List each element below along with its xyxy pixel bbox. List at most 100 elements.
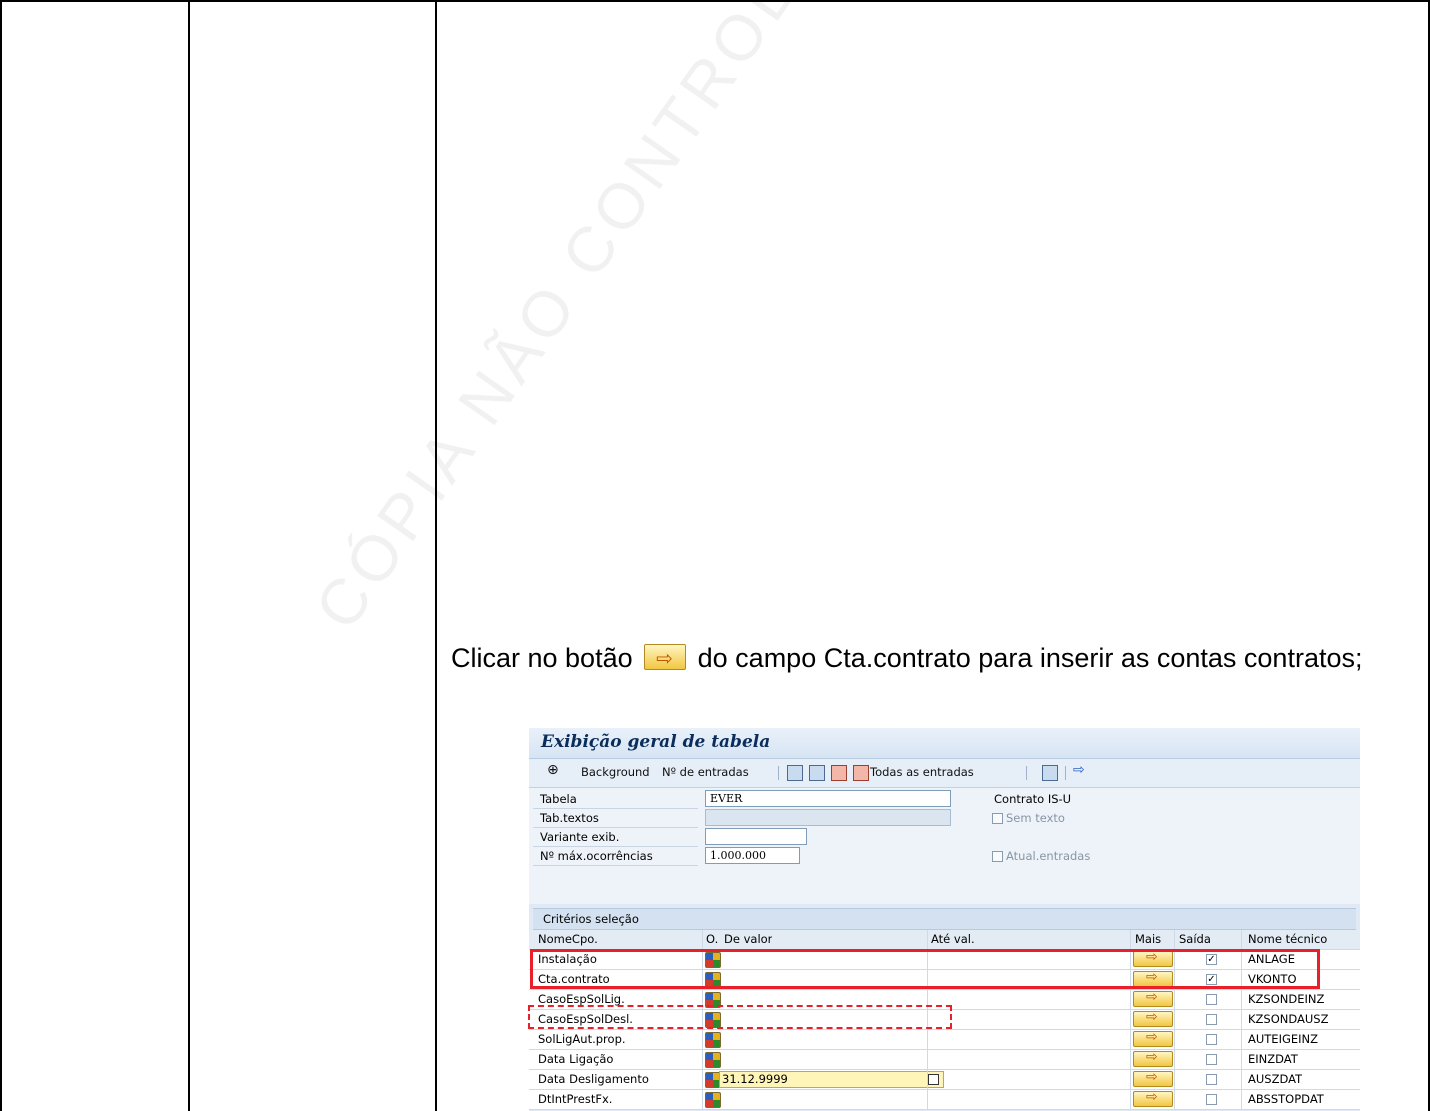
table-top-border <box>0 0 1430 2</box>
table-column-divider-1 <box>188 0 190 1111</box>
update-entries-label: Atual.entradas <box>1006 849 1091 863</box>
grid-row: DtIntPrestFx. ABSSTOPDAT <box>529 1089 1360 1110</box>
row-technical-name: KZSONDEINZ <box>1248 992 1325 1006</box>
from-value-text: 31.12.9999 <box>722 1072 788 1086</box>
sap-title-bar: Exibição geral de tabela <box>529 728 1360 759</box>
row-technical-name: KZSONDAUSZ <box>1248 1012 1329 1026</box>
output-checkbox[interactable] <box>1206 1014 1217 1025</box>
table-column-divider-2 <box>435 0 437 1111</box>
row-field-name: Data Desligamento <box>538 1072 649 1086</box>
table-description: Contrato IS-U <box>994 792 1072 806</box>
col-from: De valor <box>724 932 773 946</box>
list-alt-icon[interactable] <box>809 765 825 781</box>
no-text-checkbox[interactable] <box>992 813 1003 824</box>
texts-input <box>705 809 951 826</box>
from-value-input[interactable] <box>724 1050 924 1069</box>
grid-row: Data Desligamento 31.12.9999 AUSZDAT <box>529 1069 1360 1090</box>
toolbar-separator <box>1065 766 1066 780</box>
from-value-input[interactable]: 31.12.9999 <box>719 1071 944 1088</box>
col-technical: Nome técnico <box>1248 932 1328 946</box>
grid-divider <box>1130 990 1131 1009</box>
variant-label: Variante exib. <box>540 830 620 844</box>
multiple-selection-button[interactable] <box>1133 989 1173 1007</box>
selection-option-icon[interactable] <box>705 1092 721 1108</box>
export-icon[interactable]: ⇨ <box>1073 762 1085 778</box>
output-checkbox[interactable] <box>1206 1094 1217 1105</box>
sap-toolbar: ⊕ Background Nº de entradas Todas as ent… <box>529 759 1360 788</box>
selection-option-icon[interactable] <box>705 1032 721 1048</box>
grid-divider <box>702 1050 703 1069</box>
output-checkbox[interactable] <box>1206 1054 1217 1065</box>
grid-divider <box>1130 1070 1131 1089</box>
sap-screenshot: Exibição geral de tabela ⊕ Background Nº… <box>529 728 1360 1111</box>
instruction-before: Clicar no botão <box>451 643 633 673</box>
from-value-input[interactable] <box>724 1030 924 1049</box>
multiple-selection-button[interactable] <box>1133 1029 1173 1047</box>
toolbar-separator <box>1026 766 1027 780</box>
instruction-after: do campo Cta.contrato para inserir as co… <box>697 643 1363 673</box>
table-left-border <box>0 0 2 1111</box>
variant-input[interactable] <box>705 828 807 845</box>
grid-divider <box>1174 990 1175 1009</box>
list-icon[interactable] <box>787 765 803 781</box>
grid-divider <box>702 1030 703 1049</box>
grid-divider <box>1130 1010 1131 1029</box>
multiple-selection-button[interactable] <box>1133 1089 1173 1107</box>
multiple-selection-button-icon <box>644 641 687 677</box>
row-technical-name: AUTEIGEINZ <box>1248 1032 1319 1046</box>
selection-criteria-title: Critérios seleção <box>543 912 639 926</box>
execute-icon[interactable]: ⊕ <box>547 762 559 778</box>
row-technical-name: AUSZDAT <box>1248 1072 1303 1086</box>
grid-divider <box>1130 1030 1131 1049</box>
col-field-name: NomeCpo. <box>538 932 598 946</box>
output-checkbox[interactable] <box>1206 1034 1217 1045</box>
all-entries-icon[interactable] <box>853 765 869 781</box>
row-field-name: Data Ligação <box>538 1052 614 1066</box>
delete-selection-icon[interactable] <box>831 765 847 781</box>
no-text-label: Sem texto <box>1006 811 1065 825</box>
multiple-selection-button[interactable] <box>1133 1049 1173 1067</box>
selection-form: Tabela EVER Contrato IS-U Tab.textos Sem… <box>529 788 1360 904</box>
multiple-selection-button[interactable] <box>1133 1009 1173 1027</box>
value-help-icon[interactable] <box>928 1074 939 1085</box>
col-output: Saída <box>1179 932 1211 946</box>
col-to: Até val. <box>931 932 975 946</box>
max-occurrences-label: Nº máx.ocorrências <box>540 849 653 863</box>
grid-header: NomeCpo. O. De valor Até val. Mais Saída… <box>529 930 1360 950</box>
grid-divider <box>1174 930 1175 949</box>
instruction-text: Clicar no botão do campo Cta.contrato pa… <box>451 640 1419 677</box>
table-input[interactable]: EVER <box>705 790 951 807</box>
max-occurrences-input[interactable]: 1.000.000 <box>705 847 800 864</box>
toolbar-separator <box>778 766 779 780</box>
settings-icon[interactable] <box>1042 765 1058 781</box>
background-button[interactable]: Background <box>581 765 650 779</box>
grid-divider <box>1174 1090 1175 1109</box>
row-field-name: DtIntPrestFx. <box>538 1092 613 1106</box>
all-entries-button[interactable]: Todas as entradas <box>870 765 974 779</box>
watermark: CÓPIA NÃO CONTROLADA - 22/08/2018 <box>300 0 1155 642</box>
col-o: O. <box>706 932 719 946</box>
grid-divider <box>1174 1030 1175 1049</box>
row-technical-name: EINZDAT <box>1248 1052 1298 1066</box>
highlight-box-data-desligamento <box>528 1005 952 1029</box>
update-entries-checkbox[interactable] <box>992 851 1003 862</box>
num-entries-button[interactable]: Nº de entradas <box>662 765 749 779</box>
output-checkbox[interactable] <box>1206 1074 1217 1085</box>
selection-criteria-header: Critérios seleção <box>533 908 1356 930</box>
grid-row: Data Ligação EINZDAT <box>529 1049 1360 1070</box>
grid-divider <box>1241 1050 1242 1069</box>
row-field-name: SolLigAut.prop. <box>538 1032 626 1046</box>
output-checkbox[interactable] <box>1206 994 1217 1005</box>
texts-label: Tab.textos <box>540 811 599 825</box>
grid-divider <box>927 1090 928 1109</box>
grid-divider <box>702 1070 703 1089</box>
row-technical-name: ABSSTOPDAT <box>1248 1092 1324 1106</box>
grid-divider <box>927 930 928 949</box>
from-value-input[interactable] <box>724 1090 924 1109</box>
grid-divider <box>1241 1010 1242 1029</box>
highlight-box-instalacao-cta-contrato <box>530 949 1320 989</box>
col-more: Mais <box>1135 932 1162 946</box>
table-label: Tabela <box>540 792 577 806</box>
multiple-selection-button[interactable] <box>1133 1069 1173 1087</box>
selection-option-icon[interactable] <box>705 1052 721 1068</box>
